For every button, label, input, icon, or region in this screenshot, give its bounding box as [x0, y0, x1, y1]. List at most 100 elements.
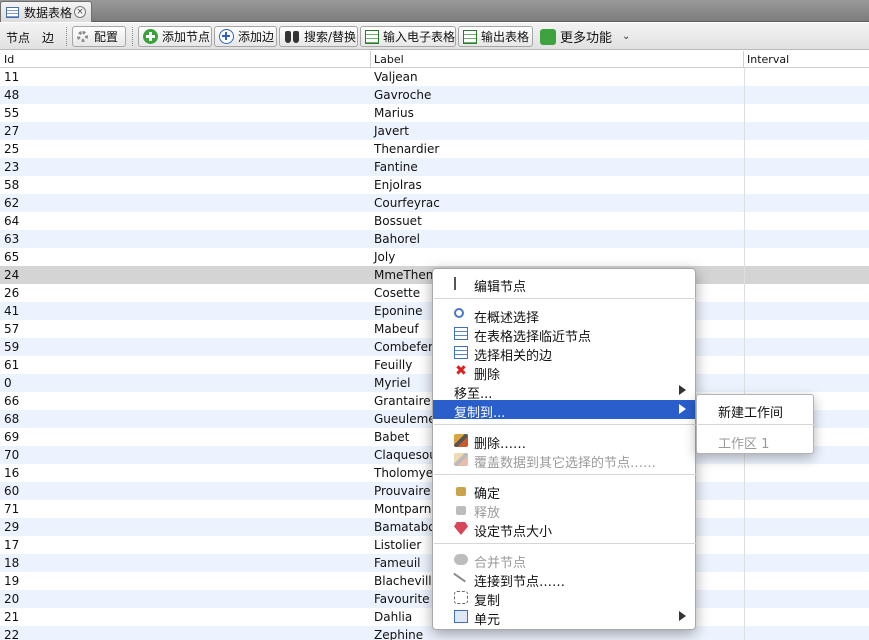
cell-label[interactable]: Bahorel — [374, 232, 420, 246]
cell-id[interactable]: 71 — [4, 502, 19, 516]
cell-label[interactable]: Tholomyes — [374, 466, 439, 480]
menu-item-merge-nodes[interactable]: 合并节点 — [433, 550, 695, 571]
cell-interval[interactable] — [744, 572, 869, 590]
cell-interval[interactable] — [744, 176, 869, 194]
cell-label[interactable]: Gavroche — [374, 88, 431, 102]
cell-interval[interactable] — [744, 302, 869, 320]
cell-label[interactable]: Mabeuf — [374, 322, 419, 336]
menu-item-clear[interactable]: 删除…… — [433, 431, 695, 452]
cell-interval[interactable] — [744, 122, 869, 140]
cell-id[interactable]: 69 — [4, 430, 19, 444]
cell-id[interactable]: 64 — [4, 214, 19, 228]
menu-item-cell[interactable]: 单元 — [433, 607, 695, 628]
menu-item-select-in-overview[interactable]: 在概述选择 — [433, 305, 695, 326]
menu-item-select-related-edges[interactable]: 选择相关的边 — [433, 343, 695, 364]
column-header-id[interactable]: Id — [4, 53, 14, 66]
table-row[interactable]: 55 Marius — [0, 104, 869, 122]
cell-interval[interactable] — [744, 158, 869, 176]
cell-label[interactable]: Prouvaire — [374, 484, 430, 498]
cell-label[interactable]: Feuilly — [374, 358, 412, 372]
cell-id[interactable]: 48 — [4, 88, 19, 102]
search-replace-button[interactable]: 搜索/替换 — [279, 26, 358, 47]
menu-item-select-neighbors[interactable]: 在表格选择临近节点 — [433, 324, 695, 345]
cell-label[interactable]: Eponine — [374, 304, 422, 318]
cell-interval[interactable] — [744, 194, 869, 212]
menu-item-delete[interactable]: ✖ 删除 — [433, 362, 695, 383]
cell-label[interactable]: Favourite — [374, 592, 430, 606]
cell-interval[interactable] — [744, 518, 869, 536]
cell-id[interactable]: 24 — [4, 268, 19, 282]
cell-interval[interactable] — [744, 248, 869, 266]
cell-interval[interactable] — [744, 212, 869, 230]
table-row[interactable]: 63 Bahorel — [0, 230, 869, 248]
cell-interval[interactable] — [744, 104, 869, 122]
cell-interval[interactable] — [744, 266, 869, 284]
cell-id[interactable]: 26 — [4, 286, 19, 300]
table-row[interactable]: 48 Gavroche — [0, 86, 869, 104]
table-row[interactable]: 11 Valjean — [0, 68, 869, 86]
menu-item-set-node-size[interactable]: 设定节点大小 — [433, 519, 695, 540]
tab-edges[interactable]: 边 — [42, 29, 54, 46]
close-icon[interactable]: × — [74, 6, 86, 18]
cell-id[interactable]: 63 — [4, 232, 19, 246]
cell-label[interactable]: Marius — [374, 106, 414, 120]
table-row[interactable]: 62 Courfeyrac — [0, 194, 869, 212]
cell-id[interactable]: 62 — [4, 196, 19, 210]
cell-label[interactable]: Cosette — [374, 286, 420, 300]
column-divider[interactable] — [743, 51, 744, 68]
cell-id[interactable]: 65 — [4, 250, 19, 264]
add-edge-button[interactable]: 添加边 — [214, 26, 277, 47]
cell-id[interactable]: 16 — [4, 466, 19, 480]
column-header-label[interactable]: Label — [374, 53, 404, 66]
cell-label[interactable]: Myriel — [374, 376, 410, 390]
cell-id[interactable]: 25 — [4, 142, 19, 156]
cell-interval[interactable] — [744, 482, 869, 500]
cell-interval[interactable] — [744, 626, 869, 640]
add-node-button[interactable]: 添加节点 — [138, 26, 212, 47]
menu-item-fix[interactable]: 确定 — [433, 481, 695, 502]
menu-item-move-to[interactable]: 移至... — [433, 381, 695, 402]
cell-label[interactable]: Bossuet — [374, 214, 422, 228]
cell-id[interactable]: 11 — [4, 70, 19, 84]
menu-item-edit-node[interactable]: 编辑节点 — [433, 274, 695, 295]
cell-id[interactable]: 21 — [4, 610, 19, 624]
table-row[interactable]: 23 Fantine — [0, 158, 869, 176]
cell-id[interactable]: 61 — [4, 358, 19, 372]
cell-id[interactable]: 66 — [4, 394, 19, 408]
menu-item-link-to-node[interactable]: 连接到节点…… — [433, 568, 695, 590]
cell-label[interactable]: Fantine — [374, 160, 418, 174]
cell-interval[interactable] — [744, 590, 869, 608]
cell-id[interactable]: 57 — [4, 322, 19, 336]
tab-nodes[interactable]: 节点 — [6, 29, 30, 46]
cell-label[interactable]: Fameuil — [374, 556, 421, 570]
cell-id[interactable]: 22 — [4, 628, 19, 640]
cell-interval[interactable] — [744, 554, 869, 572]
cell-interval[interactable] — [744, 356, 869, 374]
cell-interval[interactable] — [744, 536, 869, 554]
cell-label[interactable]: Zephine — [374, 628, 423, 640]
cell-id[interactable]: 59 — [4, 340, 19, 354]
cell-label[interactable]: Blacheville — [374, 574, 439, 588]
cell-label[interactable]: Thenardier — [374, 142, 439, 156]
cell-interval[interactable] — [744, 140, 869, 158]
cell-interval[interactable] — [744, 464, 869, 482]
cell-id[interactable]: 20 — [4, 592, 19, 606]
cell-id[interactable]: 55 — [4, 106, 19, 120]
cell-label[interactable]: Babet — [374, 430, 409, 444]
cell-label[interactable]: Enjolras — [374, 178, 422, 192]
table-row[interactable]: 65 Joly — [0, 248, 869, 266]
cell-id[interactable]: 18 — [4, 556, 19, 570]
cell-label[interactable]: Courfeyrac — [374, 196, 440, 210]
cell-id[interactable]: 70 — [4, 448, 19, 462]
cell-label[interactable]: Valjean — [374, 70, 418, 84]
cell-interval[interactable] — [744, 230, 869, 248]
menu-item-copy-to[interactable]: 复制到... — [433, 400, 695, 421]
table-row[interactable]: 25 Thenardier — [0, 140, 869, 158]
menu-item-overwrite-selected[interactable]: 覆盖数据到其它选择的节点…… — [433, 450, 695, 471]
cell-label[interactable]: Dahlia — [374, 610, 412, 624]
column-divider[interactable] — [370, 51, 371, 68]
tab-data-table[interactable]: 数据表格 × — [0, 1, 92, 22]
cell-label[interactable]: Grantaire — [374, 394, 431, 408]
cell-id[interactable]: 19 — [4, 574, 19, 588]
table-row[interactable]: 58 Enjolras — [0, 176, 869, 194]
